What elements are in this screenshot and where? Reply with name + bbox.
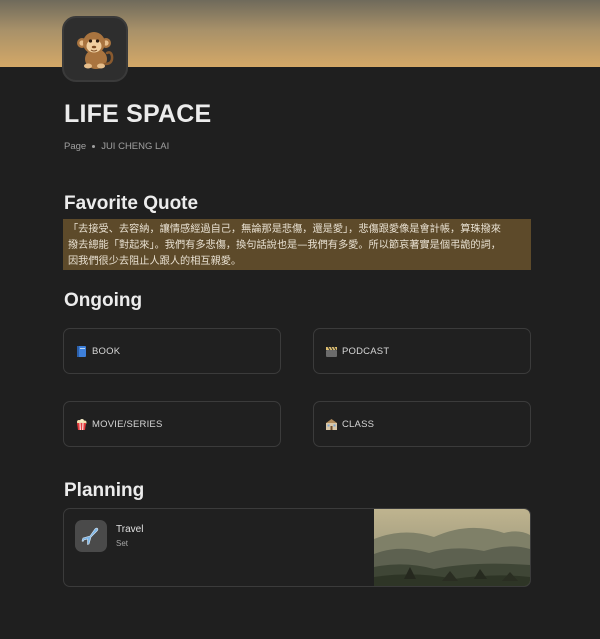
card-label: MOVIE/SERIES [92,418,163,430]
school-icon [325,418,338,431]
ongoing-card-book[interactable]: BOOK [63,328,281,374]
card-label: PODCAST [342,345,390,357]
quote-line: 因我們很少去阻止人跟人的相互親愛。 [68,256,242,267]
planning-card-travel[interactable]: Travel Set [63,508,531,587]
ongoing-card-podcast[interactable]: PODCAST [313,328,531,374]
favorite-quote-block[interactable]: 「去接受、去容納，讓情感經過自己，無論那是悲傷，還是愛」，悲傷跟愛像是會計帳，算… [63,219,531,270]
ongoing-heading: Ongoing [64,290,143,311]
monkey-icon [77,32,114,69]
card-label: BOOK [92,345,121,357]
quote-line: 撥去總能「對起來」。我們有多悲傷，換句話說也是—我們有多愛。所以節哀著實是個弔詭… [68,240,501,251]
page-title: LIFE SPACE [64,100,212,128]
clapper-icon [325,345,338,358]
planning-card-name: Travel [116,524,144,535]
page-meta: Page JUI CHENG LAI [64,141,169,152]
page-author: JUI CHENG LAI [101,141,170,152]
page-icon[interactable] [62,16,128,82]
airplane-icon [75,520,107,552]
card-label: CLASS [342,418,375,430]
popcorn-icon [75,418,88,431]
favorite-quote-heading: Favorite Quote [64,193,199,214]
planning-card-subtitle: Set [116,539,129,548]
ongoing-card-class[interactable]: CLASS [313,401,531,447]
mountain-landscape-image [374,509,530,586]
quote-line: 「去接受、去容納，讓情感經過自己，無論那是悲傷，還是愛」，悲傷跟愛像是會計帳，算… [68,224,501,235]
book-icon [75,345,88,358]
ongoing-card-movie-series[interactable]: MOVIE/SERIES [63,401,281,447]
page-type: Page [64,141,87,152]
planning-heading: Planning [64,480,145,501]
meta-separator [92,145,96,148]
